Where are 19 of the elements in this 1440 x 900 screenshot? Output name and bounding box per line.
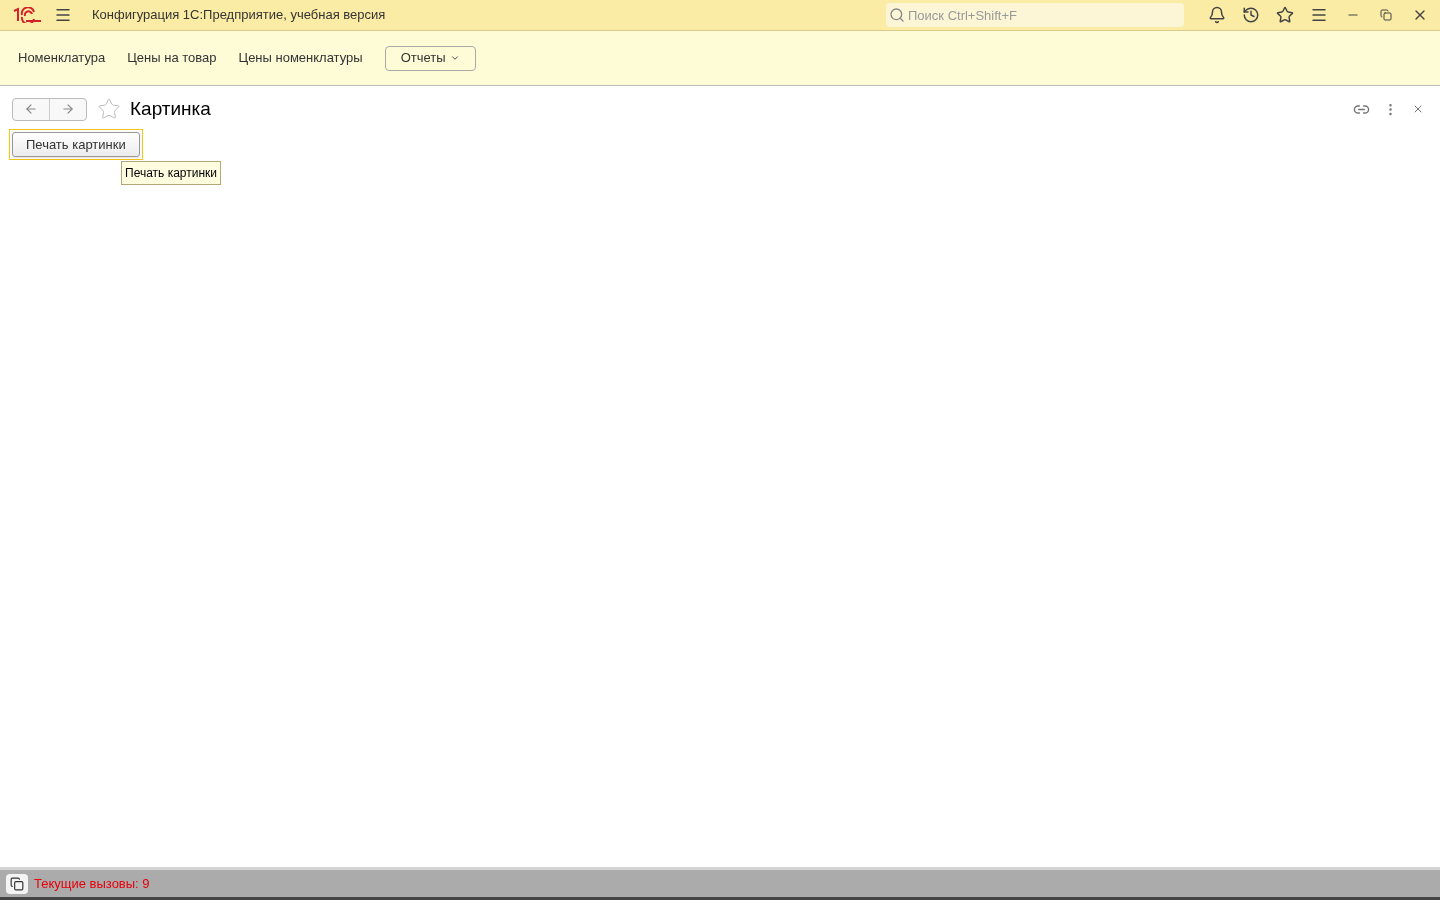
bell-icon[interactable] xyxy=(1208,6,1226,24)
history-icon[interactable] xyxy=(1242,6,1260,24)
section-link[interactable]: Цены номенклатуры xyxy=(238,48,363,68)
menu-icon[interactable] xyxy=(54,6,72,24)
restore-icon[interactable] xyxy=(1380,9,1392,21)
window-title: Конфигурация 1С:Предприятие, учебная версия xyxy=(92,6,386,25)
favorite-star-icon[interactable] xyxy=(97,97,121,122)
search-field[interactable]: Поиск Ctrl+Shift+F xyxy=(886,3,1184,28)
search-icon xyxy=(889,6,905,23)
star-icon[interactable] xyxy=(1276,6,1294,24)
reports-dropdown[interactable]: Отчеты xyxy=(384,45,476,71)
caret-icon xyxy=(449,53,460,63)
print-picture-button[interactable]: Печать картинки xyxy=(12,131,140,157)
tooltip: Печать картинки xyxy=(121,161,222,185)
section-link[interactable]: Номенклатура xyxy=(18,48,106,68)
section-link[interactable]: Цены на товар xyxy=(127,48,217,68)
logo-icon xyxy=(12,7,42,23)
current-calls-text: Текущие вызовы: 9 xyxy=(34,874,150,893)
form-title: Картинка xyxy=(130,97,211,121)
